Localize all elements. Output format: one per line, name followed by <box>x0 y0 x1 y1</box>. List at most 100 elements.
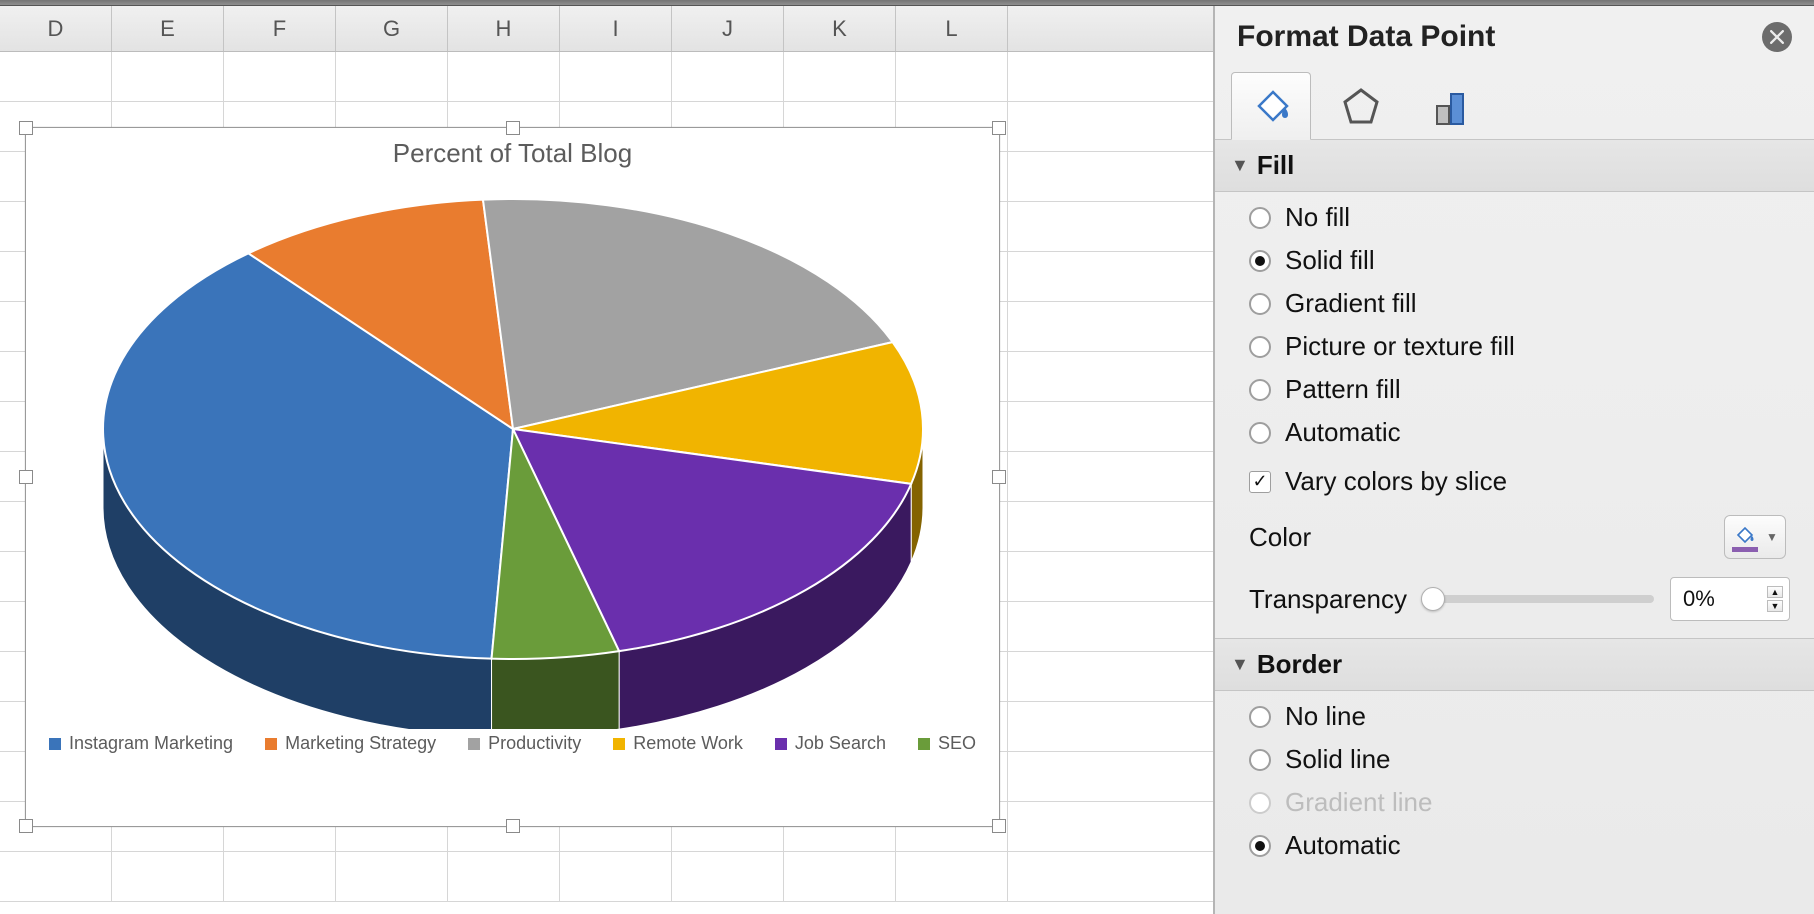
fill-color-button[interactable]: ▼ <box>1724 515 1786 559</box>
resize-handle[interactable] <box>992 121 1006 135</box>
caret-down-icon: ▼ <box>1766 530 1778 544</box>
legend-label: Productivity <box>488 733 581 754</box>
transparency-input[interactable]: 0% ▲ ▼ <box>1670 577 1790 621</box>
cell[interactable] <box>560 852 672 901</box>
main-area: DEFGHIJKL Percent of Total Blog Instagra… <box>0 6 1814 914</box>
column-headers: DEFGHIJKL <box>0 6 1213 52</box>
radio-solid-line[interactable]: Solid line <box>1249 744 1790 775</box>
cell[interactable] <box>336 852 448 901</box>
legend-label: Job Search <box>795 733 886 754</box>
radio-icon <box>1249 706 1271 728</box>
radio-automatic-fill[interactable]: Automatic <box>1249 417 1790 448</box>
section-border-header[interactable]: ▼ Border <box>1215 638 1814 691</box>
radio-icon <box>1249 207 1271 229</box>
section-fill-header[interactable]: ▼ Fill <box>1215 139 1814 192</box>
cell[interactable] <box>896 52 1008 101</box>
radio-automatic-line[interactable]: Automatic <box>1249 830 1790 861</box>
chart-legend[interactable]: Instagram Marketing Marketing Strategy Pro… <box>26 733 999 754</box>
radio-picture-fill[interactable]: Picture or texture fill <box>1249 331 1790 362</box>
radio-label: No fill <box>1285 202 1350 233</box>
cell[interactable] <box>112 52 224 101</box>
legend-marker <box>468 738 480 750</box>
cell[interactable] <box>448 852 560 901</box>
radio-icon <box>1249 835 1271 857</box>
section-border-body: No line Solid line Gradient line Automat… <box>1215 691 1814 879</box>
legend-marker <box>265 738 277 750</box>
color-label: Color <box>1249 522 1311 553</box>
column-header[interactable]: I <box>560 6 672 51</box>
resize-handle[interactable] <box>19 121 33 135</box>
pane-title: Format Data Point <box>1237 20 1495 54</box>
close-pane-button[interactable] <box>1762 22 1792 52</box>
legend-item[interactable]: Marketing Strategy <box>265 733 436 754</box>
legend-item[interactable]: Job Search <box>775 733 886 754</box>
step-down-button[interactable]: ▼ <box>1767 600 1783 612</box>
disclosure-triangle-icon: ▼ <box>1231 155 1249 176</box>
chart-title[interactable]: Percent of Total Blog <box>26 138 999 169</box>
column-header[interactable]: H <box>448 6 560 51</box>
legend-item[interactable]: Instagram Marketing <box>49 733 233 754</box>
legend-item[interactable]: Remote Work <box>613 733 743 754</box>
resize-handle[interactable] <box>506 121 520 135</box>
cell[interactable] <box>784 52 896 101</box>
checkbox-vary-colors[interactable]: ✓ Vary colors by slice <box>1249 466 1790 497</box>
cell[interactable] <box>336 52 448 101</box>
column-header[interactable]: K <box>784 6 896 51</box>
radio-solid-fill[interactable]: Solid fill <box>1249 245 1790 276</box>
radio-icon <box>1249 792 1271 814</box>
legend-label: Remote Work <box>633 733 743 754</box>
radio-icon <box>1249 250 1271 272</box>
legend-item[interactable]: Productivity <box>468 733 581 754</box>
transparency-slider[interactable] <box>1423 587 1654 611</box>
stepper[interactable]: ▲ ▼ <box>1767 586 1783 612</box>
cell[interactable] <box>784 852 896 901</box>
radio-pattern-fill[interactable]: Pattern fill <box>1249 374 1790 405</box>
tab-effects[interactable] <box>1321 72 1401 140</box>
cell[interactable] <box>0 852 112 901</box>
checkbox-icon: ✓ <box>1249 471 1271 493</box>
cell[interactable] <box>448 52 560 101</box>
grid-row <box>0 52 1213 102</box>
pentagon-icon <box>1339 84 1383 128</box>
column-header[interactable]: D <box>0 6 112 51</box>
resize-handle[interactable] <box>506 819 520 833</box>
chart-object[interactable]: Percent of Total Blog Instagram Marketin… <box>25 127 1000 827</box>
cell[interactable] <box>224 52 336 101</box>
section-fill-label: Fill <box>1257 150 1295 181</box>
column-header[interactable]: J <box>672 6 784 51</box>
format-pane: Format Data Point <box>1214 6 1814 914</box>
disclosure-triangle-icon: ▼ <box>1231 654 1249 675</box>
legend-label: Instagram Marketing <box>69 733 233 754</box>
radio-label: Pattern fill <box>1285 374 1401 405</box>
cell[interactable] <box>896 852 1008 901</box>
transparency-label: Transparency <box>1249 584 1407 615</box>
radio-label: No line <box>1285 701 1366 732</box>
pie-chart[interactable] <box>26 169 999 729</box>
cell[interactable] <box>672 852 784 901</box>
legend-marker <box>775 738 787 750</box>
tab-fill-line[interactable] <box>1231 72 1311 140</box>
cell[interactable] <box>0 52 112 101</box>
cell[interactable] <box>112 852 224 901</box>
section-border-label: Border <box>1257 649 1342 680</box>
column-header[interactable]: E <box>112 6 224 51</box>
resize-handle[interactable] <box>992 819 1006 833</box>
cell[interactable] <box>224 852 336 901</box>
cell[interactable] <box>560 52 672 101</box>
step-up-button[interactable]: ▲ <box>1767 586 1783 598</box>
radio-gradient-fill[interactable]: Gradient fill <box>1249 288 1790 319</box>
tab-series-options[interactable] <box>1411 72 1491 140</box>
column-header[interactable]: F <box>224 6 336 51</box>
pane-tabs <box>1215 72 1814 140</box>
radio-no-line[interactable]: No line <box>1249 701 1790 732</box>
column-header[interactable]: G <box>336 6 448 51</box>
radio-no-fill[interactable]: No fill <box>1249 202 1790 233</box>
column-header[interactable]: L <box>896 6 1008 51</box>
radio-icon <box>1249 336 1271 358</box>
radio-label: Gradient line <box>1285 787 1432 818</box>
resize-handle[interactable] <box>19 819 33 833</box>
legend-item[interactable]: SEO <box>918 733 976 754</box>
cell[interactable] <box>672 52 784 101</box>
cell-grid[interactable]: Percent of Total Blog Instagram Marketin… <box>0 52 1213 914</box>
pane-header: Format Data Point <box>1215 6 1814 72</box>
